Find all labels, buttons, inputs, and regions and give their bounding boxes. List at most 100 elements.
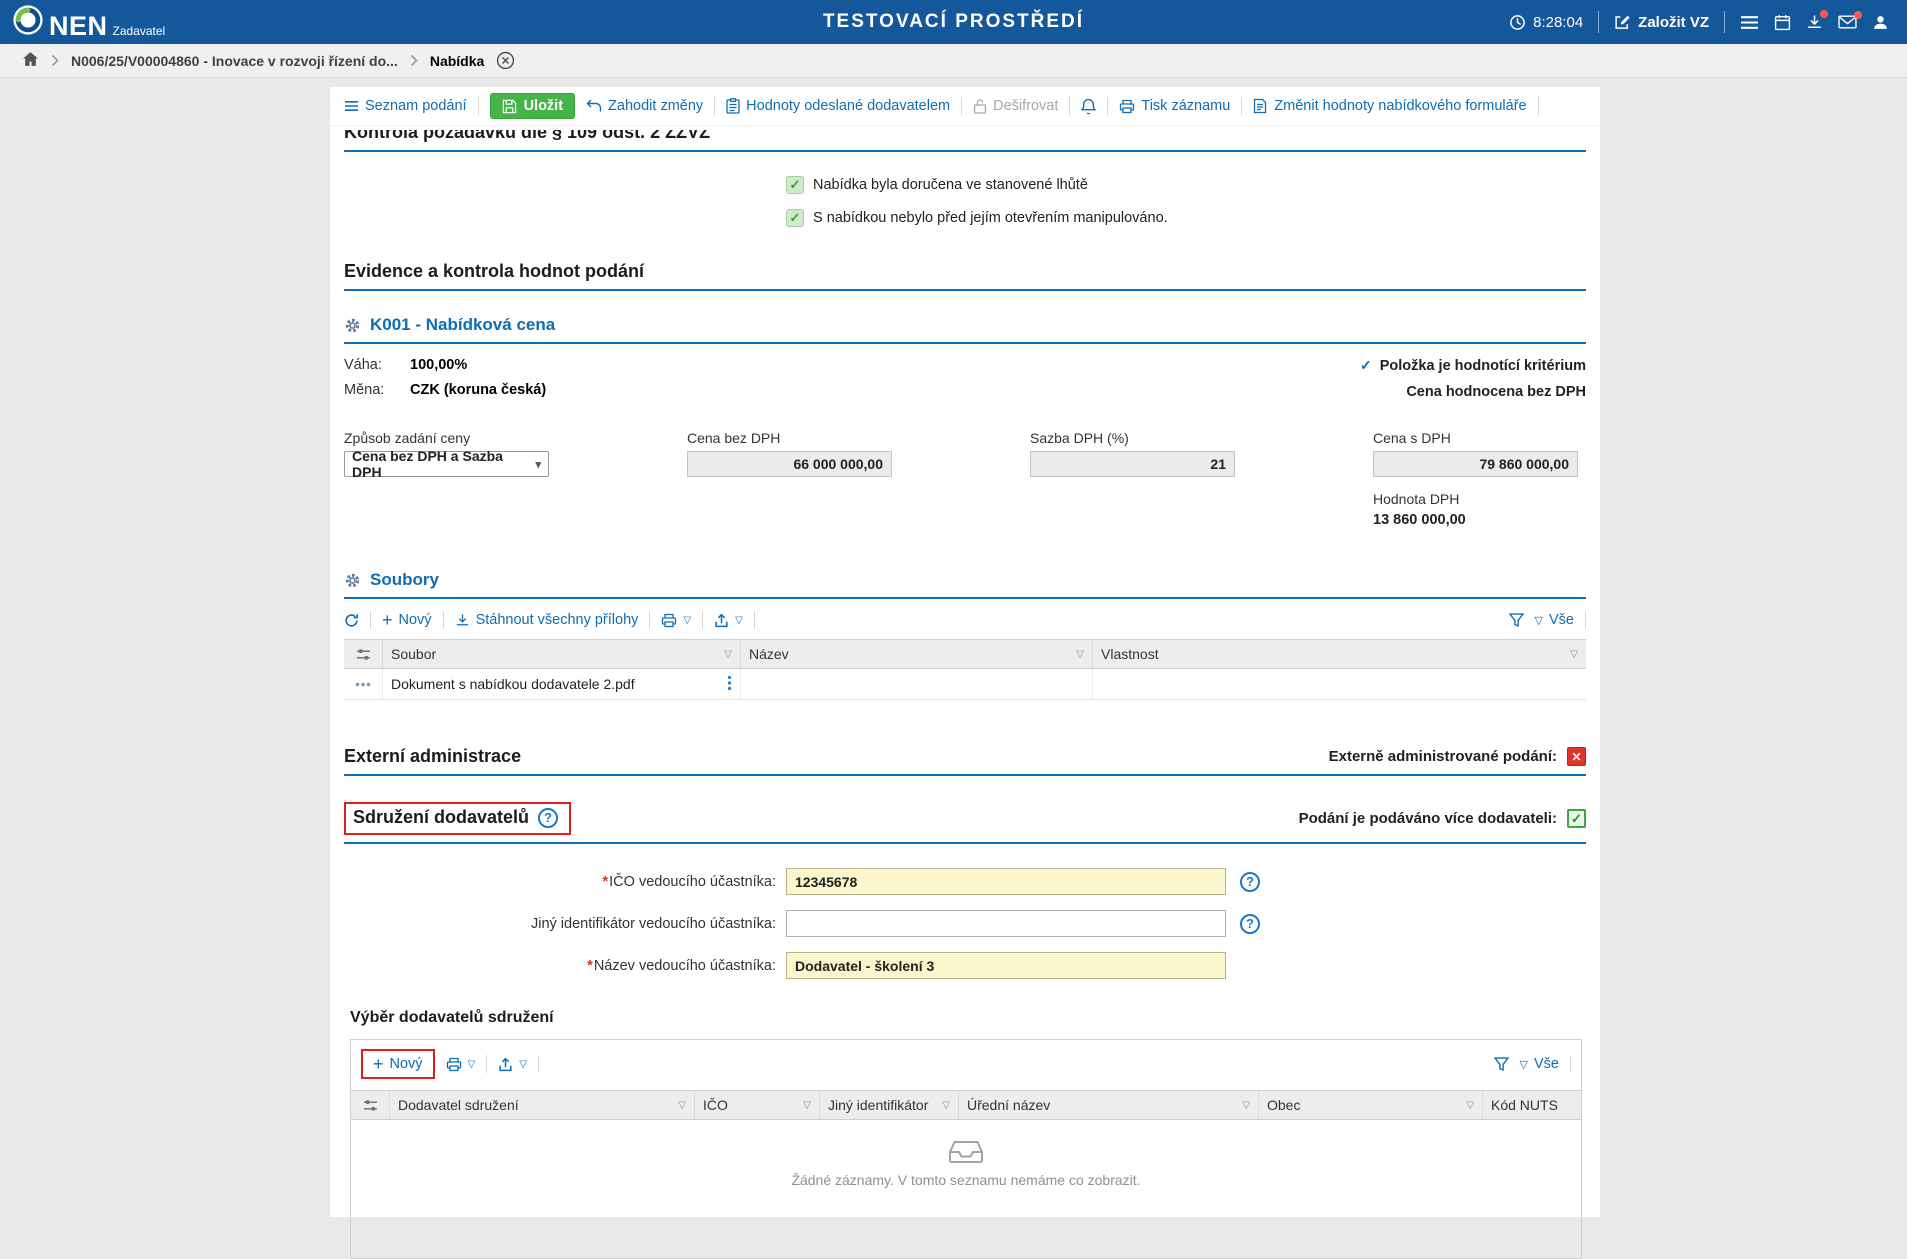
home-button[interactable]	[22, 51, 39, 70]
files-heading: Soubory	[344, 570, 1586, 590]
downloads-button[interactable]	[1806, 14, 1823, 31]
menu-button[interactable]	[1740, 15, 1759, 30]
filter-chevron-icon[interactable]: ▽	[803, 1100, 811, 1111]
gear-icon	[344, 317, 361, 334]
edit-icon	[1614, 14, 1631, 31]
messages-button[interactable]	[1838, 15, 1857, 29]
print-record-button[interactable]: Tisk záznamu	[1119, 98, 1230, 114]
table-settings-button[interactable]	[351, 1091, 389, 1119]
files-title: Soubory	[370, 570, 439, 590]
kontrola-checklist: ✓ Nabídka byla doručena ve stanovené lhů…	[786, 176, 1586, 227]
section-underline	[344, 597, 1586, 599]
filter-chevron-icon[interactable]: ▽	[1242, 1100, 1250, 1111]
row-menu-button[interactable]	[727, 675, 732, 694]
external-admin-checkbox[interactable]: ✕	[1567, 747, 1586, 766]
help-icon[interactable]: ?	[538, 808, 558, 828]
user-profile-button[interactable]	[1872, 14, 1889, 31]
calendar-button[interactable]	[1774, 14, 1791, 31]
column-header-uredni-nazev[interactable]: Úřední název ▽	[958, 1091, 1258, 1119]
show-all-button[interactable]: ▽ Vše	[1535, 612, 1574, 628]
column-header-nazev[interactable]: Název ▽	[740, 640, 1092, 668]
print-list-button[interactable]: ▽	[446, 1057, 476, 1072]
help-icon[interactable]: ?	[1240, 914, 1260, 934]
discard-changes-button[interactable]: Zahodit změny	[586, 98, 703, 114]
column-header-jiny-identifikator[interactable]: Jiný identifikátor ▽	[819, 1091, 958, 1119]
change-form-values-button[interactable]: Změnit hodnoty nabídkového formuláře	[1253, 98, 1526, 114]
column-header-ico[interactable]: IČO ▽	[694, 1091, 819, 1119]
weight-value: 100,00%	[410, 357, 467, 373]
criterion-note: Položka je hodnotící kritérium	[1380, 358, 1586, 374]
command-bar: Seznam podání Uložit Zahodit změny Ho	[330, 87, 1600, 126]
price-entry-mode-select[interactable]: Cena bez DPH a Sazba DPH ▾	[344, 451, 549, 477]
filter-chevron-icon[interactable]: ▽	[1570, 649, 1578, 660]
divider	[714, 97, 715, 115]
filter-chevron-icon[interactable]: ▽	[678, 1100, 686, 1111]
multi-supplier-checkbox[interactable]: ✓	[1567, 809, 1586, 828]
new-supplier-button[interactable]: + Nový	[361, 1049, 435, 1079]
decrypt-button[interactable]: Dešifrovat	[973, 98, 1058, 114]
help-icon[interactable]: ?	[1240, 872, 1260, 892]
column-header-obec[interactable]: Obec ▽	[1258, 1091, 1482, 1119]
column-header-soubor[interactable]: Soubor ▽	[382, 640, 740, 668]
vat-rate-field[interactable]: 21	[1030, 451, 1235, 477]
price-excl-vat-field[interactable]: 66 000 000,00	[687, 451, 892, 477]
section-kontrola: Kontrola požadavků dle § 109 odst. 2 ZZV…	[344, 130, 1586, 147]
filter-chevron-icon[interactable]: ▽	[942, 1100, 950, 1111]
annotation-highlight: Sdružení dodavatelů ?	[344, 802, 571, 835]
chevron-down-icon: ▽	[683, 615, 691, 626]
close-tab-button[interactable]	[496, 51, 515, 70]
filter-chevron-icon[interactable]: ▽	[1076, 649, 1084, 660]
table-settings-button[interactable]	[344, 640, 382, 668]
breadcrumb-procurement-link[interactable]: N006/25/V00004860 - Inovace v rozvoji ří…	[71, 53, 398, 69]
table-row[interactable]: Dokument s nabídkou dodavatele 2.pdf	[344, 669, 1586, 700]
check-icon: ✓	[1360, 357, 1372, 374]
filter-chevron-icon[interactable]: ▽	[1466, 1100, 1474, 1111]
download-icon	[455, 613, 470, 628]
chevron-down-icon: ▽	[1535, 614, 1543, 627]
vat-amount-value: 13 860 000,00	[1373, 512, 1578, 528]
download-all-attachments-button[interactable]: Stáhnout všechny přílohy	[455, 612, 639, 628]
filter-chevron-icon[interactable]: ▽	[724, 649, 732, 660]
plus-icon: +	[382, 611, 393, 629]
environment-title: TESTOVACÍ PROSTŘEDÍ	[823, 11, 1084, 33]
section-underline	[344, 342, 1586, 344]
column-header-vlastnost[interactable]: Vlastnost ▽	[1092, 640, 1586, 668]
refresh-button[interactable]	[344, 613, 359, 628]
submission-list-button[interactable]: Seznam podání	[344, 98, 467, 114]
filter-button[interactable]	[1509, 613, 1524, 627]
divider	[1598, 11, 1599, 33]
row-handle[interactable]	[344, 669, 382, 699]
create-vz-button[interactable]: Založit VZ	[1614, 14, 1709, 31]
column-header-kod-nuts[interactable]: Kód NUTS	[1482, 1091, 1581, 1119]
new-file-button[interactable]: + Nový	[382, 611, 432, 629]
save-button[interactable]: Uložit	[490, 93, 575, 119]
clock-icon	[1509, 14, 1526, 31]
leader-ico-field[interactable]: 12345678	[786, 868, 1226, 895]
supplier-values-button[interactable]: Hodnoty odeslané dodavatelem	[726, 98, 950, 114]
divider	[1107, 97, 1108, 115]
bell-icon	[1081, 98, 1096, 115]
divider	[1069, 97, 1070, 115]
export-button[interactable]: ▽	[714, 613, 743, 628]
file-name[interactable]: Dokument s nabídkou dodavatele 2.pdf	[391, 676, 635, 692]
session-time: 8:28:04	[1533, 14, 1583, 31]
brand-name: NEN	[49, 13, 108, 40]
vat-rate-label: Sazba DPH (%)	[1030, 430, 1235, 446]
price-incl-vat-field[interactable]: 79 860 000,00	[1373, 451, 1578, 477]
k001-notes: ✓ Položka je hodnotící kritérium Cena ho…	[1360, 357, 1586, 410]
hamburger-icon	[1740, 15, 1759, 30]
column-header-dodavatel[interactable]: Dodavatel sdružení ▽	[389, 1091, 694, 1119]
print-list-button[interactable]: ▽	[661, 613, 691, 628]
divider	[1570, 1055, 1571, 1073]
export-button[interactable]: ▽	[498, 1057, 527, 1072]
leader-name-field[interactable]: Dodavatel - školení 3	[786, 952, 1226, 979]
clipboard-icon	[726, 98, 740, 114]
divider	[754, 611, 755, 629]
show-all-button[interactable]: ▽ Vše	[1520, 1056, 1559, 1072]
notifications-bell-button[interactable]	[1081, 98, 1096, 115]
supplier-table-header: Dodavatel sdružení ▽ IČO ▽ Jiný identifi…	[351, 1090, 1581, 1120]
leader-other-id-field[interactable]	[786, 910, 1226, 937]
brand[interactable]: NEN Zadavatel	[12, 4, 165, 40]
filter-button[interactable]	[1494, 1057, 1509, 1071]
section-underline	[344, 289, 1586, 291]
